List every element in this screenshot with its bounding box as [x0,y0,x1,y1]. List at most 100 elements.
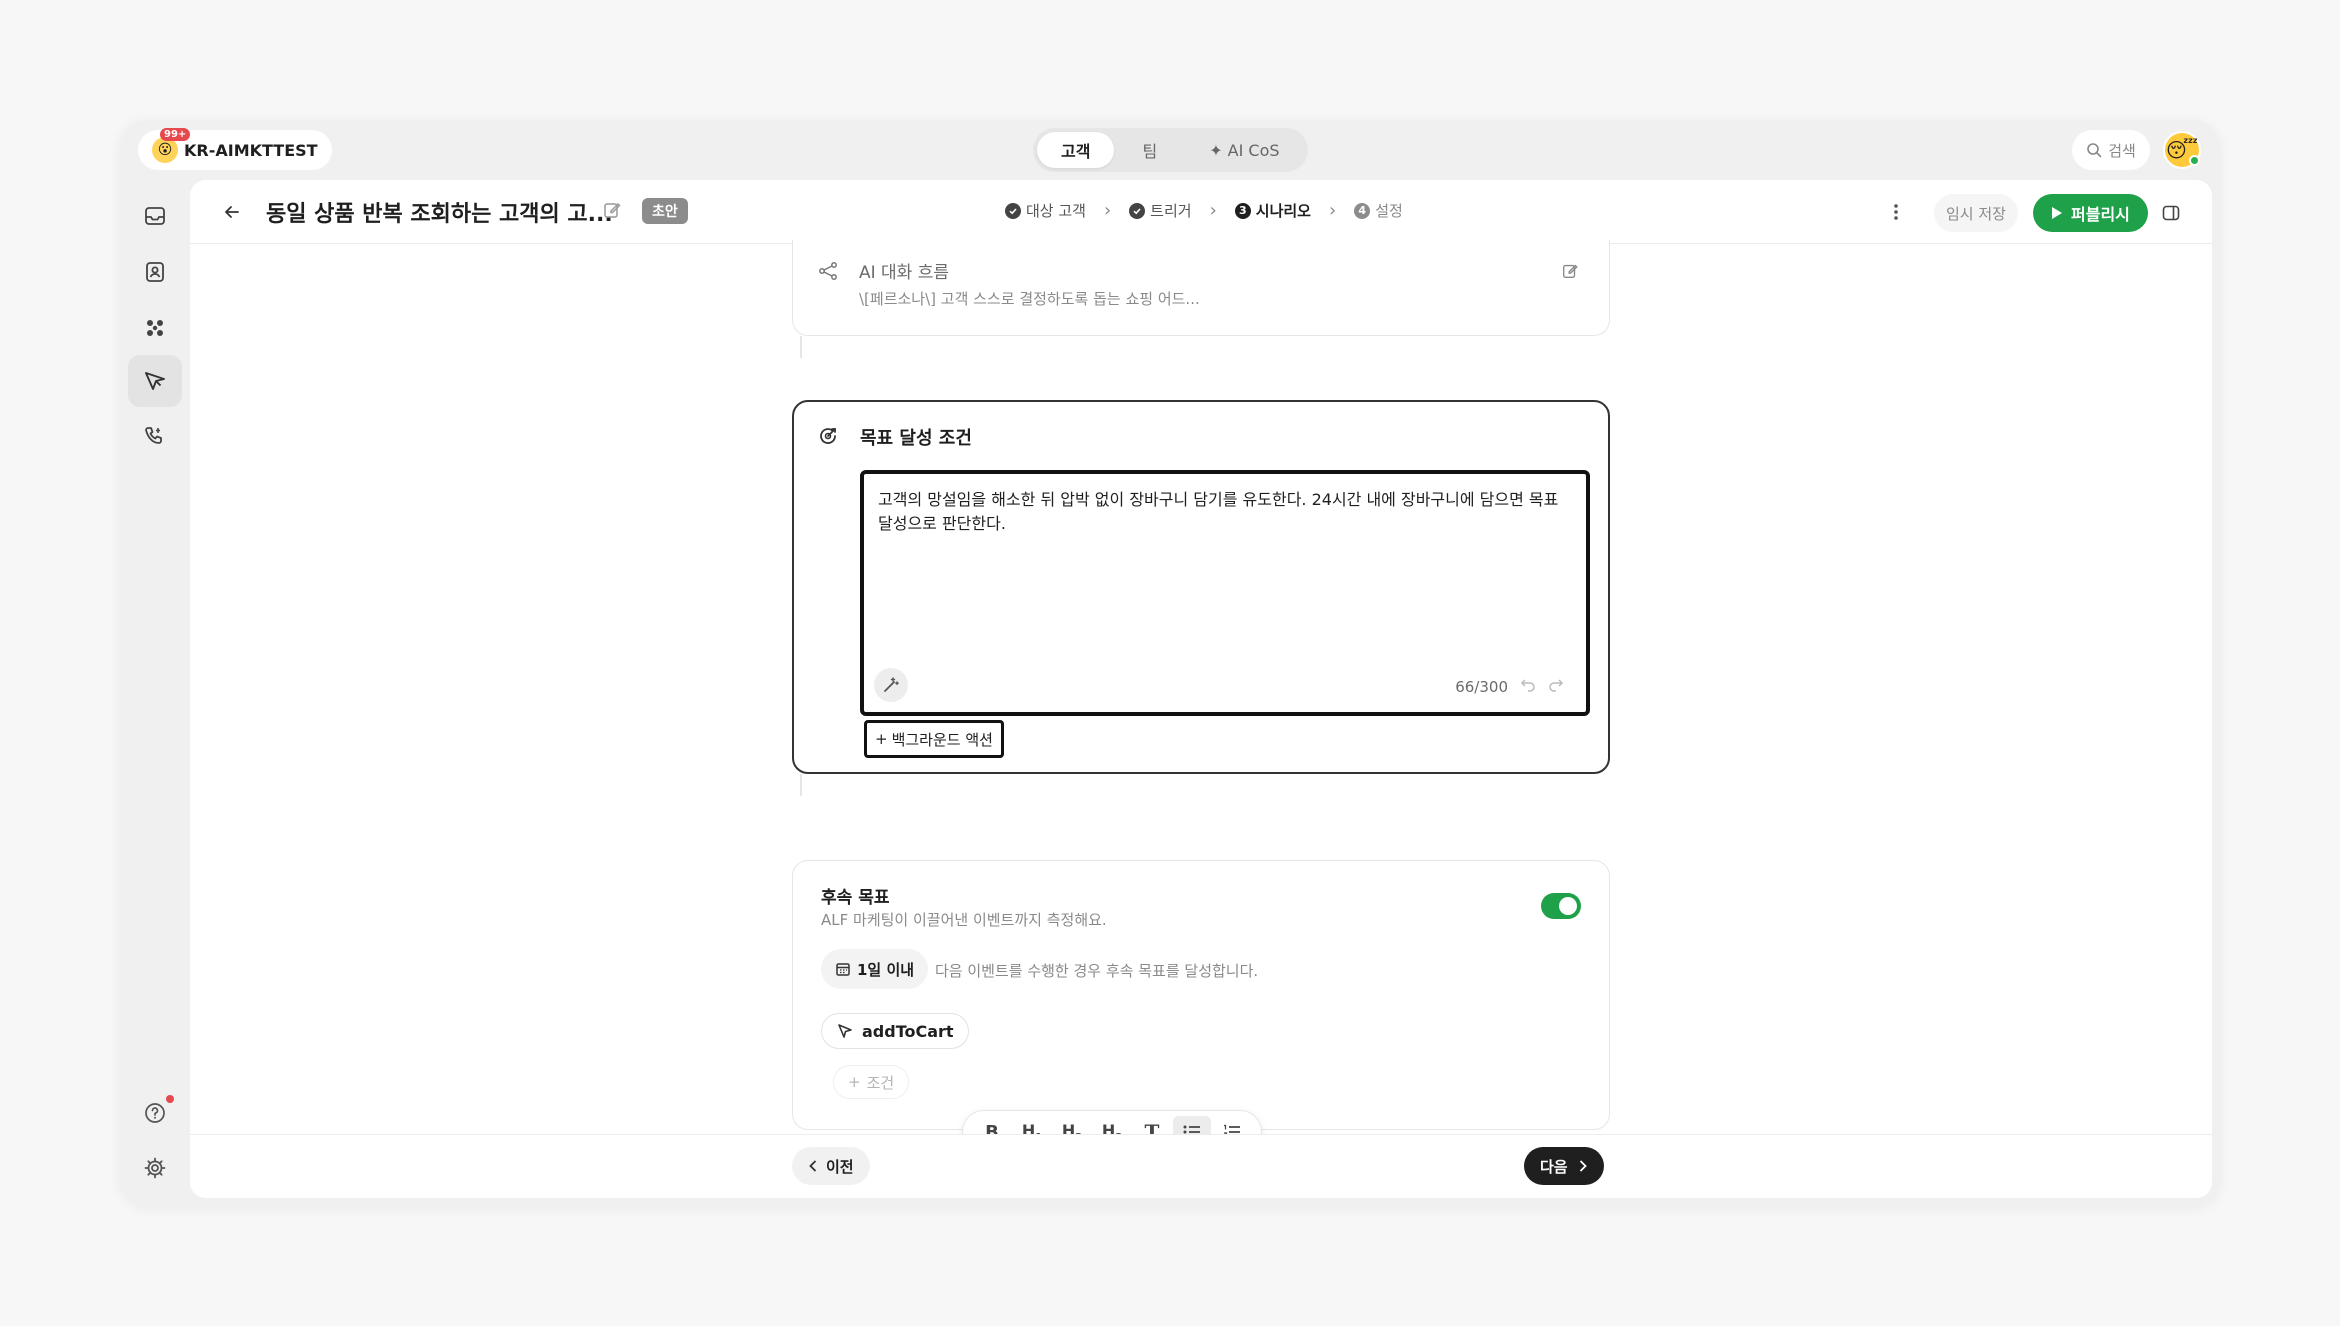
flow-connector [800,336,802,358]
ai-rewrite-button[interactable] [874,668,908,702]
flow-connector [800,774,802,796]
campaign-header: 동일 상품 반복 조회하는 고객의 고... 초안 대상 고객 › 트리거 › … [190,180,2212,244]
tab-ai-cos[interactable]: ✦ AI CoS [1185,132,1303,168]
sidebar-item-workflow[interactable] [128,302,182,354]
goal-text-input[interactable]: 고객의 망설임을 해소한 뒤 압박 없이 장바구니 담기를 유도한다. 24시간… [860,470,1590,716]
step-label: 시나리오 [1255,202,1311,220]
follow-up-title: 후속 목표 [821,888,890,908]
scenario-canvas: AI 대화 흐름 \[페르소나\] 고객 스스로 결정하도록 돕는 쇼핑 어드.… [190,240,2212,1154]
chevron-right-icon [1579,1160,1587,1172]
toggle-knob [1559,897,1577,915]
chevron-left-icon [809,1160,817,1172]
tab-customers[interactable]: 고객 [1037,132,1115,168]
next-button[interactable]: 다음 [1524,1147,1604,1185]
sidebar-item-settings[interactable] [128,1142,182,1194]
char-count: 66/300 [1455,678,1508,696]
inbox-icon [145,207,165,225]
back-button[interactable] [218,198,246,226]
magic-wand-icon [884,677,899,692]
goal-condition-card: 목표 달성 조건 고객의 망설임을 해소한 뒤 압박 없이 장바구니 담기를 유… [792,400,1610,774]
step-number: 4 [1354,202,1371,219]
redo-button[interactable] [1548,676,1564,696]
top-bar: 😮 99+ KR-AIMKTTEST 고객 팀 ✦ AI CoS 검색 😴 [120,120,2220,180]
check-circle-icon [1005,202,1021,219]
status-badge: 초안 [642,198,688,224]
search-label: 검색 [2108,141,2136,160]
sidebar-item-inbox[interactable] [128,190,182,242]
check-circle-icon [1129,202,1146,219]
temp-save-button[interactable]: 임시 저장 [1934,194,2018,232]
background-action-label: 백그라운드 액션 [891,730,993,749]
step-settings[interactable]: 4 설정 [1354,200,1403,221]
workflow-icon [147,320,163,336]
ai-flow-card[interactable]: AI 대화 흐름 \[페르소나\] 고객 스스로 결정하도록 돕는 쇼핑 어드.… [792,240,1610,336]
undo-button[interactable] [1520,676,1536,696]
page-title: 동일 상품 반복 조회하는 고객의 고... [266,202,613,227]
workspace-name: KR-AIMKTTEST [184,140,318,160]
edit-icon [1563,264,1578,278]
app-window: 😮 99+ KR-AIMKTTEST 고객 팀 ✦ AI CoS 검색 😴 동일… [120,120,2220,1206]
wizard-footer: 이전 다음 [190,1134,2212,1198]
step-progress: 대상 고객 › 트리거 › 3 시나리오 › 4 설정 [1005,200,1403,221]
add-condition-label: 조건 [866,1073,895,1092]
step-target-customers[interactable]: 대상 고객 [1005,200,1086,221]
arrow-left-icon [225,206,239,218]
side-panel-icon [2162,205,2180,221]
step-label: 트리거 [1150,202,1192,220]
goal-target-icon [816,424,840,452]
edit-icon [604,202,621,218]
notification-badge: 99+ [160,128,191,141]
ai-flow-title: AI 대화 흐름 [859,263,950,283]
follow-up-toggle[interactable] [1541,893,1581,919]
add-condition-button[interactable]: + 조건 [833,1065,910,1099]
redo-icon [1549,679,1564,692]
main-panel: 동일 상품 반복 조회하는 고객의 고... 초안 대상 고객 › 트리거 › … [190,180,2212,1198]
event-chip[interactable]: addToCart [821,1013,969,1049]
event-label: addToCart [862,1021,954,1041]
cursor-icon [838,1024,852,1038]
user-avatar[interactable]: 😴 [2163,131,2201,169]
follow-up-subtitle: ALF 마케팅이 이끌어낸 이벤트까지 측정해요. [821,911,1107,929]
help-notification-dot [166,1095,174,1103]
add-background-action-button[interactable]: + 백그라운드 액션 [864,720,1004,758]
search-button[interactable]: 검색 [2072,130,2150,170]
more-options-button[interactable] [1882,198,1910,226]
sidebar-item-contacts[interactable] [128,246,182,298]
publish-label: 퍼블리시 [2071,205,2130,224]
chevron-right-icon: › [1103,200,1112,221]
play-icon [2052,207,2062,219]
sidebar-item-help[interactable] [128,1087,182,1139]
workspace-emoji: 😮 [157,142,173,158]
chevron-right-icon: › [1328,200,1337,221]
publish-button[interactable]: 퍼블리시 [2033,194,2148,232]
search-icon [2087,143,2102,158]
campaign-icon [145,372,165,390]
undo-icon [1520,679,1535,692]
step-trigger[interactable]: 트리거 [1129,200,1192,221]
period-label: 1일 이내 [857,960,915,979]
online-status-dot [2189,155,2200,166]
edit-title-button[interactable] [602,200,622,224]
goal-text-value[interactable]: 고객의 망설임을 해소한 뒤 압박 없이 장바구니 담기를 유도한다. 24시간… [878,488,1572,536]
flow-share-icon [817,260,839,286]
step-number: 3 [1234,202,1251,219]
period-description: 다음 이벤트를 수행한 경우 후속 목표를 달성합니다. [935,962,1259,980]
toggle-side-panel-button[interactable] [2158,200,2184,226]
workspace-switcher[interactable]: 😮 99+ KR-AIMKTTEST [138,128,332,170]
chevron-right-icon: › [1209,200,1217,221]
edit-ai-flow-button[interactable] [1561,262,1579,284]
calendar-icon [836,963,850,976]
tab-team[interactable]: 팀 [1118,132,1181,168]
help-icon [145,1103,165,1123]
period-selector[interactable]: 1일 이내 [821,949,929,989]
step-label: 설정 [1375,202,1403,220]
previous-button[interactable]: 이전 [792,1147,870,1185]
step-scenario[interactable]: 3 시나리오 [1234,200,1311,221]
top-tabs: 고객 팀 ✦ AI CoS [1033,128,1308,172]
sidebar-item-campaigns[interactable] [128,355,182,407]
previous-label: 이전 [826,1157,854,1176]
sidebar-item-calls[interactable] [128,410,182,462]
plus-icon: + [848,1073,861,1091]
workspace-avatar: 😮 99+ [152,128,191,163]
ai-flow-subtitle: \[페르소나\] 고객 스스로 결정하도록 돕는 쇼핑 어드... [859,290,1200,308]
